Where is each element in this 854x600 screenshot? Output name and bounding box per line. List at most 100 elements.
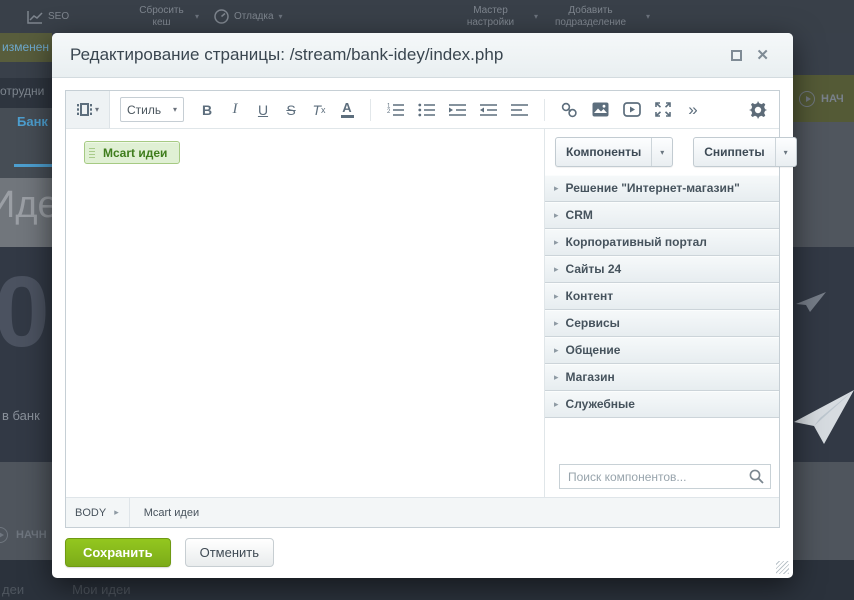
component-search-input[interactable] — [560, 465, 749, 488]
chevron-down-icon[interactable]: ▾ — [651, 138, 672, 166]
svg-text:2: 2 — [387, 109, 391, 115]
dialog-title: Редактирование страницы: /stream/bank-id… — [70, 45, 503, 65]
chevron-right-icon: ▸ — [554, 373, 559, 382]
admin-topbar — [0, 0, 854, 33]
video-icon[interactable] — [623, 102, 641, 117]
fullscreen-icon[interactable] — [655, 102, 671, 117]
category-utility[interactable]: ▸ Служебные — [545, 391, 779, 418]
chevron-right-icon: ▸ — [554, 292, 559, 301]
speedometer-icon — [214, 9, 229, 24]
snippets-button[interactable]: Сниппеты ▾ — [693, 137, 796, 167]
chevron-right-icon: ▸ — [554, 346, 559, 355]
background-start-band: НАЧ — [793, 75, 854, 122]
background-tab-my-ideas: Мои идеи — [72, 582, 130, 597]
play-circle-icon — [0, 527, 8, 543]
chevron-down-icon[interactable]: ▾ — [775, 138, 796, 166]
image-icon[interactable] — [592, 102, 609, 117]
background-text-fragment: отрудни — [0, 84, 44, 98]
screen: изменен отрудни Банк Идей 0 в банк НАЧН … — [0, 0, 854, 600]
paper-plane-graphic — [794, 382, 854, 444]
tag-path-body[interactable]: BODY ▸ — [66, 498, 130, 527]
link-icon[interactable] — [561, 102, 578, 118]
color-bar — [341, 115, 354, 118]
category-crm[interactable]: ▸ CRM — [545, 202, 779, 229]
bullet-list-icon[interactable] — [418, 103, 435, 117]
play-circle-icon — [799, 91, 815, 107]
seo-chart-icon — [27, 10, 43, 24]
category-content[interactable]: ▸ Контент — [545, 283, 779, 310]
align-icon[interactable] — [511, 103, 528, 117]
category-store[interactable]: ▸ Магазин — [545, 364, 779, 391]
paper-plane-graphic — [796, 292, 826, 312]
close-icon[interactable]: ✕ — [756, 48, 769, 63]
gear-icon — [749, 101, 767, 119]
toolbar-separator — [370, 99, 371, 121]
chevron-right-icon: ▸ — [114, 508, 119, 517]
component-block[interactable]: Mcart идеи — [84, 141, 180, 164]
ordered-list-icon[interactable]: 12 — [387, 103, 404, 117]
background-banner-text: в банк — [2, 408, 40, 423]
bold-button[interactable]: B — [200, 102, 214, 118]
chevron-right-icon: ▸ — [554, 319, 559, 328]
style-select[interactable]: Стиль ▾ — [120, 97, 184, 122]
save-button[interactable]: Сохранить — [65, 538, 171, 567]
component-icon — [76, 102, 93, 117]
insert-component-button[interactable]: ▾ — [66, 91, 110, 128]
category-services[interactable]: ▸ Сервисы — [545, 310, 779, 337]
chevron-down-icon: ▾ — [279, 13, 283, 21]
chevron-right-icon: ▸ — [554, 238, 559, 247]
chevron-down-icon: ▾ — [173, 106, 177, 114]
tag-path-bar: BODY ▸ Mcart идеи — [66, 497, 779, 527]
background-tab-underline — [14, 164, 54, 167]
editor-canvas[interactable]: Mcart идеи — [66, 129, 545, 497]
topbar-item-debug[interactable]: Отладка ▾ — [214, 0, 283, 33]
chevron-right-icon: ▸ — [554, 211, 559, 220]
topbar-item-setup-wizard[interactable]: Мастер настройки ▾ — [452, 0, 538, 33]
edit-mode-bar-fragment: изменен — [0, 33, 52, 62]
category-sites-24[interactable]: ▸ Сайты 24 — [545, 256, 779, 283]
dialog-titlebar[interactable]: Редактирование страницы: /stream/bank-id… — [52, 33, 793, 78]
cancel-button[interactable]: Отменить — [185, 538, 274, 567]
chevron-right-icon: ▸ — [554, 400, 559, 409]
outdent-icon[interactable] — [480, 103, 497, 117]
maximize-icon[interactable] — [731, 50, 742, 61]
background-start-link: НАЧН — [0, 527, 47, 543]
strikethrough-button[interactable]: S — [284, 102, 298, 118]
category-corporate-portal[interactable]: ▸ Корпоративный портал — [545, 229, 779, 256]
settings-button[interactable] — [749, 91, 767, 128]
component-search — [559, 464, 771, 489]
edit-page-dialog: Редактирование страницы: /stream/bank-id… — [52, 33, 793, 578]
component-category-list: ▸ Решение "Интернет-магазин" ▸ CRM ▸ Кор… — [545, 175, 779, 418]
toolbar-separator — [544, 99, 545, 121]
background-bottom-tabs: деи Мои идеи — [2, 582, 131, 597]
topbar-item-add-section[interactable]: Добавить подразделение ▾ — [540, 0, 650, 33]
remove-format-button[interactable]: Tx — [312, 102, 326, 118]
text-color-button[interactable]: A — [340, 101, 354, 118]
indent-icon[interactable] — [449, 103, 466, 117]
topbar-item-clear-cache[interactable]: Сбросить кеш ▾ — [133, 0, 199, 33]
wysiwyg-editor: ▾ Стиль ▾ B I U S Tx A 12 — [65, 90, 780, 528]
chevron-down-icon: ▾ — [646, 13, 650, 21]
chevron-down-icon: ▾ — [195, 13, 199, 21]
search-icon[interactable] — [749, 469, 764, 484]
components-button[interactable]: Компоненты ▾ — [555, 137, 673, 167]
tag-path-node[interactable]: Mcart идеи — [144, 507, 199, 519]
background-tab-fragment: деи — [2, 582, 24, 597]
chevron-down-icon: ▾ — [95, 106, 99, 114]
underline-button[interactable]: U — [256, 102, 270, 118]
category-communication[interactable]: ▸ Общение — [545, 337, 779, 364]
components-sidebar: Компоненты ▾ Сниппеты ▾ ▸ Решение "Интер… — [545, 129, 779, 497]
background-band — [793, 122, 854, 247]
resize-handle[interactable] — [776, 561, 789, 574]
chevron-down-icon: ▾ — [534, 13, 538, 21]
component-block-label: Mcart идеи — [103, 146, 167, 160]
dialog-footer: Сохранить Отменить — [65, 538, 780, 567]
chevron-right-icon: ▸ — [554, 184, 559, 193]
italic-button[interactable]: I — [228, 101, 242, 118]
category-internet-shop[interactable]: ▸ Решение "Интернет-магазин" — [545, 175, 779, 202]
drag-handle-icon[interactable] — [85, 142, 98, 163]
editor-toolbar: ▾ Стиль ▾ B I U S Tx A 12 — [66, 91, 779, 129]
more-tools-icon[interactable]: » — [685, 100, 699, 120]
background-counter: 0 — [0, 262, 50, 362]
topbar-item-seo[interactable]: SEO — [27, 0, 69, 33]
